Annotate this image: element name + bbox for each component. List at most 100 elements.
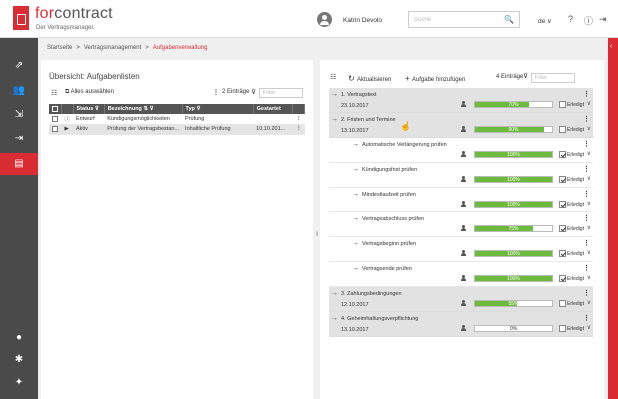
table-row[interactable]: ⓘ Entwurf Kündigungsmöglichkeiten Prüfun… (49, 114, 305, 125)
header-type[interactable]: Typ ⊽ (182, 104, 254, 114)
info-icon[interactable]: ⓘ (584, 14, 593, 27)
done-checkbox[interactable]: Erledigt (559, 324, 584, 332)
column-settings-icon[interactable]: ☷ (51, 89, 57, 97)
chevron-down-icon[interactable]: ∨ (587, 150, 591, 157)
person-icon[interactable] (461, 225, 466, 232)
filter-icon[interactable]: ⊽ (523, 72, 528, 80)
user-avatar-icon[interactable] (317, 12, 332, 27)
task-name[interactable]: Vertragsende prüfen (362, 266, 412, 272)
chevron-down-icon[interactable]: ∨ (587, 125, 591, 132)
task-name[interactable]: 3. Zahlungsbedingungen (341, 291, 402, 297)
users-nav-icon[interactable]: 👥 (0, 80, 38, 102)
person-icon[interactable] (461, 200, 466, 208)
subtask-row[interactable]: → Vertragsende prüfen 100% Erledigt ⋮ ∨ (329, 261, 593, 287)
menu-icon[interactable]: ⋮ (583, 264, 590, 272)
header-name[interactable]: Bezeichnung ⇅ ⊽ (104, 104, 183, 114)
help-icon[interactable]: ? (568, 14, 573, 24)
contracts-nav-icon[interactable]: ⇗ (0, 55, 38, 77)
task-name[interactable]: Kündigungsfrist prüfen (362, 167, 417, 173)
row-checkbox[interactable] (49, 124, 62, 135)
filter-icon[interactable]: ⊽ (251, 88, 256, 96)
person-icon[interactable] (461, 151, 466, 158)
menu-icon[interactable]: ⋮ (583, 115, 590, 123)
row-checkbox[interactable] (49, 114, 62, 125)
header-started[interactable]: Gestartet (253, 104, 294, 114)
menu-icon[interactable]: ⋮ (583, 214, 590, 222)
subtask-row[interactable]: → Vertragsbeginn prüfen 100% Erledigt ⋮ ∨ (329, 237, 593, 262)
done-checkbox[interactable]: Erledigt (559, 151, 584, 158)
menu-icon[interactable]: ⋮ (583, 165, 590, 173)
task-name[interactable]: Vertragsbeginn prüfen (362, 241, 416, 247)
done-checkbox[interactable]: Erledigt (559, 126, 584, 133)
subtask-row[interactable]: → Mindestlaufzeit prüfen 100% Erledigt ⋮ ∨ (329, 187, 593, 213)
search-icon[interactable]: 🔍 (504, 15, 514, 24)
settings-nav-icon[interactable]: ✱ (0, 349, 38, 371)
logout-icon[interactable]: ⇥ (599, 14, 607, 25)
task-name[interactable]: 1. Vertragstext (341, 92, 376, 98)
task-name[interactable]: Automatische Verlängerung prüfen (362, 142, 447, 148)
task-name[interactable]: 2. Fristen und Termine (341, 117, 396, 123)
menu-icon[interactable]: ⋮ (583, 90, 590, 98)
import-nav-icon[interactable]: ⇥ (0, 128, 38, 150)
task-name[interactable]: 4. Geheimhaltungsverpflichtung (341, 316, 418, 322)
done-checkbox[interactable]: Erledigt (559, 299, 584, 307)
menu-icon[interactable]: ⋮ (583, 289, 590, 297)
person-icon[interactable] (461, 324, 466, 332)
select-all-button[interactable]: ⧉ Alles auswählen (65, 89, 114, 96)
refresh-button[interactable]: ↻ Aktualisieren (348, 74, 391, 83)
add-task-button[interactable]: + Aufgabe hinzufügen (405, 74, 465, 83)
subtask-row[interactable]: → Vertragsabschluss prüfen 75% Erledigt ⋮ ∨ (329, 212, 593, 238)
filter-input[interactable]: Filter (259, 88, 303, 98)
chevron-down-icon[interactable]: ∨ (587, 200, 591, 207)
panel-splitter[interactable]: ‖ (316, 232, 318, 238)
breadcrumb-contract-management[interactable]: Vertragsmanagement (84, 45, 141, 51)
done-checkbox[interactable]: Erledigt (559, 250, 584, 258)
profile-nav-icon[interactable]: ● (0, 327, 38, 349)
person-icon[interactable] (461, 175, 466, 183)
person-icon[interactable] (461, 250, 466, 257)
subtask-row[interactable]: → Automatische Verlängerung prüfen 100% Erl… (329, 138, 593, 163)
filter-icon[interactable]: ⊽ (150, 106, 154, 112)
person-icon[interactable] (461, 299, 466, 307)
table-row[interactable]: ▶ Aktiv Prüfung der Vertragsbestan... In… (49, 124, 305, 135)
header-status[interactable]: Status ⊽ (73, 104, 105, 114)
done-checkbox[interactable]: Erledigt (559, 225, 584, 233)
more-options-icon[interactable]: ⋮ (213, 89, 219, 96)
person-icon[interactable] (461, 274, 466, 282)
menu-icon[interactable]: ⋮ (583, 314, 590, 322)
person-icon[interactable] (461, 101, 466, 108)
task-row[interactable]: → 1. Vertragstext 23.10.2017 70% Erledigt ⋮ ∨ (329, 88, 593, 113)
filter-icon[interactable]: ⊽ (95, 106, 99, 112)
task-name[interactable]: Mindestlaufzeit prüfen (362, 192, 416, 198)
chevron-down-icon[interactable]: ∨ (587, 249, 591, 256)
chevron-down-icon[interactable]: ∨ (587, 299, 591, 306)
logo-text[interactable]: forcontract (35, 5, 113, 23)
task-row[interactable]: → 4. Geheimhaltungsverpflichtung 13.10.201… (329, 311, 593, 337)
done-checkbox[interactable]: Erledigt (559, 101, 584, 108)
column-settings-icon[interactable]: ☷ (330, 73, 336, 81)
chevron-down-icon[interactable]: ∨ (587, 100, 591, 107)
row-menu-icon[interactable]: ⋮ (292, 124, 305, 135)
chevron-down-icon[interactable]: ∨ (587, 175, 591, 182)
chevron-down-icon[interactable]: ∨ (587, 224, 591, 231)
language-select[interactable]: de ∨ (538, 17, 552, 25)
task-name[interactable]: Vertragsabschluss prüfen (362, 216, 424, 222)
row-menu-icon[interactable]: ⋮ (292, 114, 305, 125)
menu-icon[interactable]: ⋮ (583, 140, 590, 148)
chevron-down-icon[interactable]: ∨ (587, 324, 591, 331)
documents-nav-icon[interactable]: ⇲ (0, 104, 38, 126)
filter-input[interactable]: Filter (531, 73, 575, 83)
task-row[interactable]: → 3. Zahlungsbedingungen 12.10.2017 55% Erle… (329, 286, 593, 312)
sort-icon[interactable]: ⇅ (143, 106, 148, 112)
done-checkbox[interactable]: Erledigt (559, 200, 584, 208)
task-row[interactable]: → 2. Fristen und Termine 13.10.2017 90% Erle… (329, 113, 593, 138)
chevron-down-icon[interactable]: ∨ (587, 274, 591, 281)
done-checkbox[interactable]: Erledigt (559, 274, 584, 282)
search-input[interactable] (409, 12, 499, 28)
person-icon[interactable] (461, 126, 466, 133)
subtask-row[interactable]: → Kündigungsfrist prüfen 100% Erledigt ⋮ ∨ (329, 162, 593, 188)
filter-icon[interactable]: ⊽ (196, 106, 200, 112)
user-name[interactable]: Katrin Devolo (343, 17, 382, 24)
plugin-nav-icon[interactable]: ✦ (0, 372, 38, 394)
menu-icon[interactable]: ⋮ (583, 190, 590, 198)
